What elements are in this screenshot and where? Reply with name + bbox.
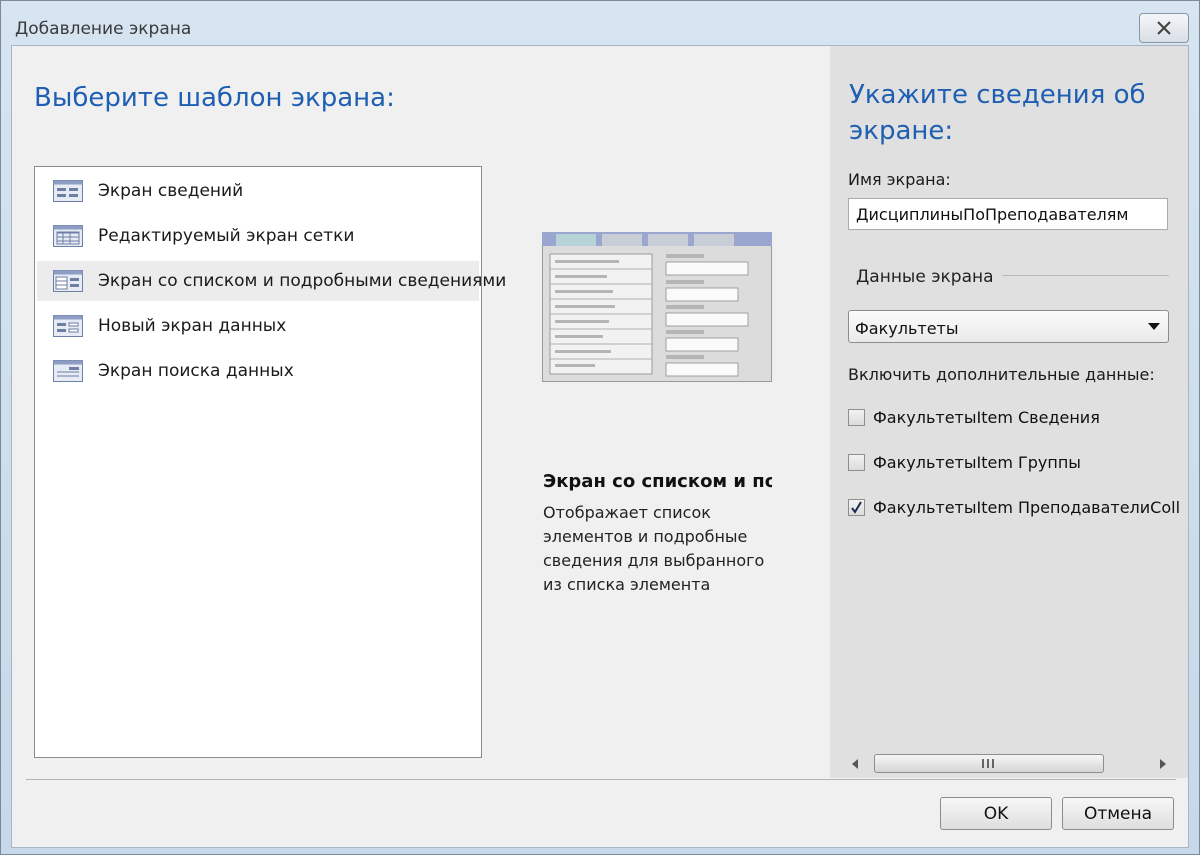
checkbox-label: ФакультетыItem ПреподавателиColl: [873, 498, 1181, 517]
grid-screen-icon: [53, 225, 83, 247]
template-item-new-data[interactable]: Новый экран данных: [37, 306, 479, 346]
new-data-screen-icon: [53, 315, 83, 337]
checkbox-label: ФакультетыItem Сведения: [873, 408, 1100, 427]
title-bar[interactable]: Добавление экрана: [1, 1, 1199, 45]
template-label: Экран поиска данных: [98, 361, 294, 381]
close-icon: [1157, 21, 1171, 35]
template-label: Редактируемый экран сетки: [98, 226, 355, 246]
footer-divider: [26, 779, 1176, 780]
checkmark-icon: [851, 501, 862, 514]
template-label: Новый экран данных: [98, 316, 287, 336]
scroll-thumb[interactable]: [874, 754, 1104, 773]
scroll-right-icon[interactable]: [1160, 759, 1166, 769]
dialog-window: Добавление экрана Выберите шаблон экрана…: [0, 0, 1200, 855]
template-list: Экран сведений Редактируемый экран сетки: [34, 166, 506, 758]
group-divider: [1002, 275, 1169, 276]
chevron-down-icon: [1148, 323, 1160, 330]
window-title: Добавление экрана: [15, 19, 192, 39]
template-item-list-details[interactable]: Экран со списком и подробными сведениями: [37, 261, 506, 301]
screen-details-panel: Укажите сведения об экране: Имя экрана: …: [830, 46, 1188, 778]
screen-data-select[interactable]: Факультеты: [848, 310, 1169, 343]
grip-icon: [982, 759, 994, 768]
template-label: Экран сведений: [98, 181, 244, 201]
teachers-checkbox[interactable]: [848, 499, 865, 516]
include-data-label: Включить дополнительные данные:: [848, 365, 1155, 384]
horizontal-scrollbar[interactable]: [848, 752, 1170, 776]
dialog-body: Выберите шаблон экрана: Экран сведений Р…: [11, 45, 1189, 848]
template-item-search-data[interactable]: Экран поиска данных: [37, 351, 479, 391]
cancel-button[interactable]: Отмена: [1062, 797, 1174, 830]
details-checkbox[interactable]: [848, 409, 865, 426]
template-description-title: Экран со списком и подробными сведениями: [543, 471, 772, 492]
screen-data-group-label: Данные экрана: [856, 267, 994, 287]
template-preview-image: [542, 232, 772, 382]
template-label: Экран со списком и подробными сведениями: [98, 271, 507, 291]
groups-checkbox[interactable]: [848, 454, 865, 471]
scroll-left-icon[interactable]: [852, 759, 858, 769]
screen-name-input[interactable]: [848, 198, 1168, 230]
list-details-screen-icon: [53, 270, 83, 292]
screen-name-label: Имя экрана:: [848, 170, 951, 189]
template-item-details[interactable]: Экран сведений: [37, 171, 479, 211]
search-data-screen-icon: [53, 360, 83, 382]
select-value: Факультеты: [855, 319, 959, 338]
details-heading: Укажите сведения об экране:: [849, 80, 1146, 146]
template-description: Отображает список элементов и подробные …: [543, 503, 765, 594]
details-screen-icon: [53, 180, 83, 202]
template-item-grid[interactable]: Редактируемый экран сетки: [37, 216, 479, 256]
checkbox-label: ФакультетыItem Группы: [873, 453, 1081, 472]
close-button[interactable]: [1139, 13, 1189, 43]
template-heading: Выберите шаблон экрана:: [34, 83, 395, 113]
ok-button[interactable]: OK: [940, 797, 1052, 830]
